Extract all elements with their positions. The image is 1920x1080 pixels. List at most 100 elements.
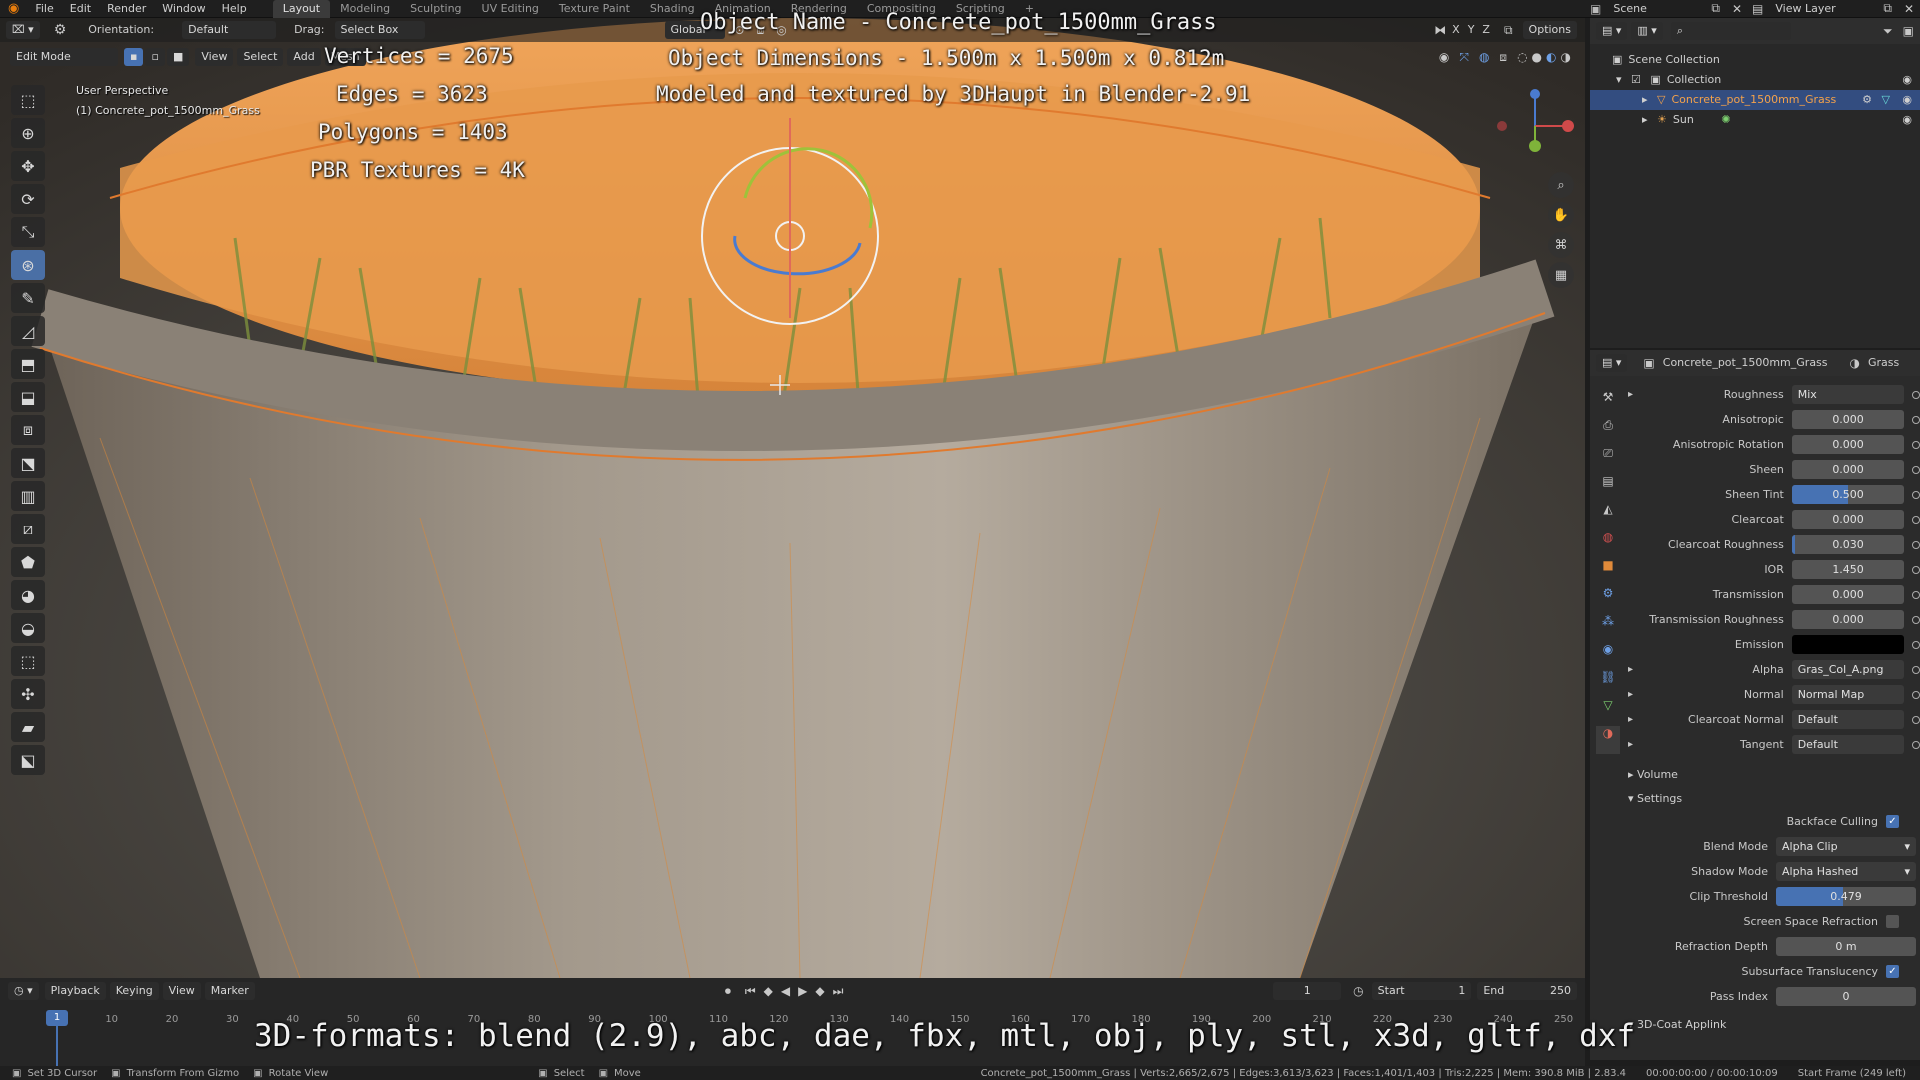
scale-tool-icon[interactable]: ⤡ [11, 217, 45, 247]
menu-window[interactable]: Window [154, 0, 213, 18]
expand-link-icon[interactable]: ▸ [1628, 739, 1633, 750]
material-shading-icon[interactable]: ◐ [1546, 50, 1556, 64]
eye-icon[interactable]: ◉ [1902, 70, 1912, 90]
tab-layout[interactable]: Layout [272, 0, 331, 18]
annotate-tool-icon[interactable]: ✎ [11, 283, 45, 313]
delete-scene-icon[interactable]: ✕ [1726, 2, 1748, 16]
mesh-data-icon[interactable]: ▽ [1882, 90, 1890, 110]
expand-link-icon[interactable]: ▸ [1628, 664, 1633, 675]
overlay-icon[interactable]: ◍ [1479, 50, 1489, 64]
shrink-fatten-tool-icon[interactable]: ✣ [11, 679, 45, 709]
applink-panel-header[interactable]: ▾ 3D-Coat Applink [1620, 1015, 1920, 1035]
drag-select[interactable]: Select Box [334, 21, 425, 39]
blender-logo-icon[interactable]: ◉ [0, 1, 27, 16]
mirror-icon[interactable]: ⧓ [1434, 23, 1446, 37]
inset-tool-icon[interactable]: ⧈ [11, 415, 45, 445]
menu-help[interactable]: Help [214, 0, 255, 18]
setting-field[interactable]: 0.479 [1776, 887, 1916, 906]
render-tab-icon[interactable]: ⎙ [1596, 418, 1620, 446]
smooth-tool-icon[interactable]: ◒ [11, 613, 45, 643]
setting-dropdown[interactable]: Alpha Clip ▾ [1776, 837, 1916, 856]
physics-tab-icon[interactable]: ◉ [1596, 642, 1620, 670]
edge-slide-tool-icon[interactable]: ⬚ [11, 646, 45, 676]
property-field[interactable]: 0.030 [1791, 535, 1905, 554]
outliner-row-concrete-pot[interactable]: ▸ ▽ Concrete_pot_1500mm_Grass ⚙ ▽ ◉ [1590, 90, 1920, 110]
settings-panel-header[interactable]: ▾ Settings [1620, 789, 1920, 809]
delete-view-layer-icon[interactable]: ✕ [1898, 2, 1920, 16]
socket-dot-icon[interactable] [1912, 415, 1920, 424]
property-field[interactable] [1791, 635, 1905, 654]
socket-dot-icon[interactable] [1912, 690, 1920, 699]
material-tab-icon[interactable]: ◑ [1596, 726, 1620, 754]
search-icon[interactable]: ⌕ [1670, 22, 1791, 40]
move-tool-icon[interactable]: ✥ [11, 151, 45, 181]
visibility-icon[interactable]: ◉ [1439, 50, 1449, 64]
axis-y[interactable]: Y [1468, 19, 1475, 41]
rendered-shading-icon[interactable]: ◑ [1561, 50, 1571, 64]
socket-dot-icon[interactable] [1912, 640, 1920, 649]
orientation-select[interactable]: Default [182, 21, 277, 39]
bevel-tool-icon[interactable]: ⬔ [11, 448, 45, 478]
cursor-tool-icon[interactable]: ⊕ [11, 118, 45, 148]
mode-select[interactable]: Edit Mode [10, 48, 118, 66]
options-dropdown[interactable]: Options [1522, 21, 1577, 39]
menu-render[interactable]: Render [99, 0, 154, 18]
tab-modeling[interactable]: Modeling [330, 0, 400, 18]
gizmo-icon[interactable]: ⤧ [1459, 50, 1469, 65]
checkbox-icon[interactable]: ☑ [1631, 73, 1641, 86]
properties-editor-icon[interactable]: ▤ ▾ [1596, 354, 1628, 372]
socket-dot-icon[interactable] [1912, 515, 1920, 524]
property-field[interactable]: 1.450 [1791, 560, 1905, 579]
view-layer-name[interactable]: View Layer [1767, 0, 1877, 18]
property-field[interactable]: 0.500 [1791, 485, 1905, 504]
socket-dot-icon[interactable] [1912, 590, 1920, 599]
outliner-row-scene-collection[interactable]: ▣ Scene Collection [1590, 50, 1920, 70]
socket-dot-icon[interactable] [1912, 665, 1920, 674]
ortho-grid-icon[interactable]: ▦ [1548, 262, 1574, 288]
scene-tab-icon[interactable]: ◭ [1596, 502, 1620, 530]
menu-edit[interactable]: Edit [62, 0, 99, 18]
socket-dot-icon[interactable] [1912, 440, 1920, 449]
outliner-editor-icon[interactable]: ▤ ▾ [1596, 22, 1628, 40]
expand-arrow-icon[interactable]: ▸ [1642, 113, 1648, 126]
world-tab-icon[interactable]: ◍ [1596, 530, 1620, 558]
property-field[interactable]: 0.000 [1791, 410, 1905, 429]
expand-link-icon[interactable]: ▸ [1628, 714, 1633, 725]
navigation-gizmo[interactable] [1470, 86, 1580, 166]
tool-tab-icon[interactable]: ⚒ [1596, 390, 1620, 418]
zoom-icon[interactable]: ⌕ [1548, 172, 1574, 198]
camera-icon[interactable]: ⌘ [1548, 232, 1574, 258]
volume-panel-header[interactable]: ▸ Volume [1620, 765, 1920, 785]
socket-dot-icon[interactable] [1912, 715, 1920, 724]
new-scene-icon[interactable]: ⧉ [1705, 1, 1726, 16]
expand-arrow-icon[interactable]: ▸ [1642, 93, 1648, 106]
socket-dot-icon[interactable] [1912, 490, 1920, 499]
expand-link-icon[interactable]: ▸ [1628, 389, 1633, 400]
property-field[interactable]: Default [1791, 710, 1905, 729]
object-tab-icon[interactable]: ■ [1596, 558, 1620, 586]
axis-z[interactable]: Z [1482, 19, 1490, 41]
outliner-row-collection[interactable]: ▾ ☑ ▣ Collection ◉ [1590, 70, 1920, 90]
display-mode-icon[interactable]: ▥ ▾ [1631, 22, 1663, 40]
socket-dot-icon[interactable] [1912, 565, 1920, 574]
property-field[interactable]: 0.000 [1791, 460, 1905, 479]
outliner-row-sun[interactable]: ▸ ☀ Sun ✺ ◉ [1590, 110, 1920, 130]
socket-dot-icon[interactable] [1912, 465, 1920, 474]
sun-data-icon[interactable]: ✺ [1721, 113, 1730, 126]
property-field[interactable]: Mix [1791, 385, 1905, 404]
eye-icon[interactable]: ◉ [1902, 110, 1912, 130]
particles-tab-icon[interactable]: ⁂ [1596, 614, 1620, 642]
property-field[interactable]: 0.000 [1791, 585, 1905, 604]
transform-tool-icon[interactable]: ⊛ [11, 250, 45, 280]
wireframe-shading-icon[interactable]: ◌ [1517, 50, 1527, 64]
new-view-layer-icon[interactable]: ⧉ [1877, 1, 1898, 16]
property-field[interactable]: Normal Map [1791, 685, 1905, 704]
3d-viewport[interactable] [0, 18, 1585, 978]
modifier-icon[interactable]: ⚙ [1862, 90, 1872, 110]
setting-field[interactable]: 0 [1776, 987, 1916, 1006]
property-field[interactable]: 0.000 [1791, 435, 1905, 454]
socket-dot-icon[interactable] [1912, 740, 1920, 749]
constraints-tab-icon[interactable]: ⛓ [1596, 670, 1620, 698]
poly-build-tool-icon[interactable]: ⬟ [11, 547, 45, 577]
tool-icon[interactable]: ⚙ [54, 22, 67, 38]
